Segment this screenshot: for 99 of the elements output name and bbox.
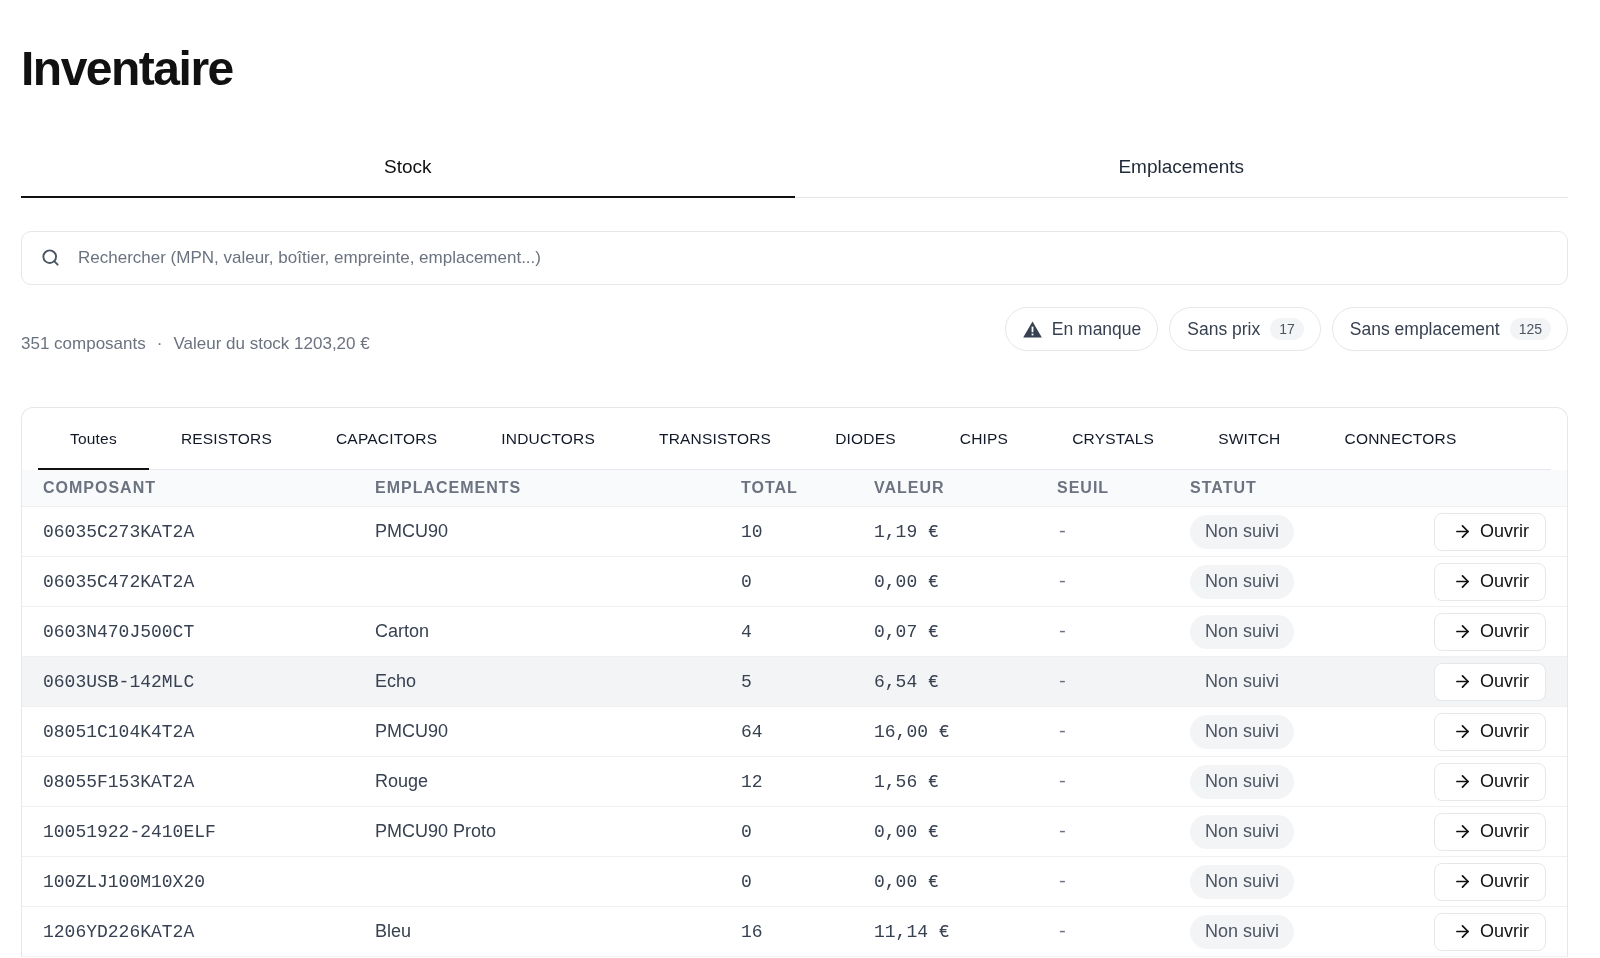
table-cell-text: Carton: [374, 621, 431, 642]
open-button[interactable]: Ouvrir: [1434, 762, 1546, 801]
table-cell-text: 0603USB-142MLC: [42, 671, 196, 692]
table-cell-text: Bleu: [374, 921, 413, 942]
arrow-right-icon: [1453, 672, 1472, 691]
search-field[interactable]: Rechercher (MPN, valeur, boîtier, empreinte, emplacement...): [21, 231, 1568, 285]
table-cell-text: 0: [740, 871, 753, 892]
status-badge: Non suivi: [1190, 714, 1295, 749]
column-header: TOTAL: [740, 479, 799, 497]
table-cell-text: 5: [740, 671, 753, 692]
table-cell-text: Echo: [374, 671, 418, 692]
arrow-right-icon: [1453, 572, 1472, 591]
table-cell-text: 06035C273KAT2A: [42, 521, 196, 542]
category-tab[interactable]: RESISTORS: [148, 408, 304, 470]
table-cell-text: -: [1056, 671, 1069, 692]
table-cell-text: 16: [740, 921, 764, 942]
open-button[interactable]: Ouvrir: [1434, 862, 1546, 901]
status-badge: Non suivi: [1190, 764, 1295, 799]
table-cell-text: 0,07 €: [873, 621, 940, 642]
view-tab[interactable]: Emplacements: [794, 138, 1568, 198]
table-cell-text: -: [1056, 921, 1069, 942]
status-badge: Non suivi: [1190, 914, 1295, 949]
filter-count: 125: [1509, 318, 1551, 340]
filter-chip[interactable]: Sans emplacement 125: [1331, 307, 1568, 351]
table-cell-text: 0,00 €: [873, 571, 940, 592]
table-cell-text: 16,00 €: [873, 721, 951, 742]
table-cell-text: -: [1056, 521, 1069, 542]
open-button[interactable]: Ouvrir: [1434, 712, 1546, 751]
page-title: Inventaire: [21, 41, 233, 97]
table-cell-text: 0603N470J500CT: [42, 621, 196, 642]
table-cell-text: Rouge: [374, 771, 430, 792]
open-button[interactable]: Ouvrir: [1434, 562, 1546, 601]
table-cell-text: -: [1056, 571, 1069, 592]
arrow-right-icon: [1453, 722, 1472, 741]
table-cell-text: 6,54 €: [873, 671, 940, 692]
category-tab[interactable]: CAPACITORS: [303, 408, 470, 470]
table-cell-text: 08051C104K4T2A: [42, 721, 196, 742]
open-button[interactable]: Ouvrir: [1434, 662, 1546, 701]
filter-chip[interactable]: Sans prix 17: [1169, 307, 1321, 351]
table-cell-text: 12: [740, 771, 764, 792]
table-cell-text: 1,56 €: [873, 771, 940, 792]
table-cell-text: -: [1056, 821, 1069, 842]
table-cell-text: 06035C472KAT2A: [42, 571, 196, 592]
table-cell-text: 64: [740, 721, 764, 742]
table-cell-text: 08055F153KAT2A: [42, 771, 196, 792]
view-tab[interactable]: Stock: [21, 138, 795, 198]
table-cell-text: PMCU90 Proto: [374, 821, 498, 842]
table-cell-text: PMCU90: [374, 721, 450, 742]
open-button[interactable]: Ouvrir: [1434, 512, 1546, 551]
table-cell-text: -: [1056, 721, 1069, 742]
table-cell-text: -: [1056, 771, 1069, 792]
arrow-right-icon: [1453, 772, 1472, 791]
table-cell-text: 11,14 €: [873, 921, 951, 942]
table-cell-text: 1206YD226KAT2A: [42, 921, 196, 942]
status-badge: Non suivi: [1190, 814, 1295, 849]
column-header: STATUT: [1189, 479, 1258, 497]
table-cell-text: 0: [740, 571, 753, 592]
table-cell-text: 100ZLJ100M10X20: [42, 871, 207, 892]
table-cell-text: 0: [740, 821, 753, 842]
table-cell-text: 0,00 €: [873, 871, 940, 892]
table-row[interactable]: 0603USB-142MLC Echo 5 6,54 € - Non suivi Ouvrir: [22, 657, 1567, 707]
status-badge: Non suivi: [1190, 864, 1295, 899]
column-header: COMPOSANT: [42, 479, 157, 497]
category-tab[interactable]: SWITCH: [1186, 408, 1313, 470]
table-cell-text: 0,00 €: [873, 821, 940, 842]
table-cell-text: PMCU90: [374, 521, 450, 542]
arrow-right-icon: [1453, 822, 1472, 841]
summary-separator: ·: [156, 334, 163, 354]
status-badge: Non suivi: [1190, 614, 1295, 649]
open-button[interactable]: Ouvrir: [1434, 612, 1546, 651]
warning-icon: [1022, 320, 1042, 338]
table-cell-text: -: [1056, 621, 1069, 642]
filter-count: 17: [1270, 318, 1304, 340]
table-cell-text: 10: [740, 521, 764, 542]
search-icon: [41, 248, 60, 267]
category-tab[interactable]: DIODES: [803, 408, 928, 470]
arrow-right-icon: [1453, 922, 1472, 941]
arrow-right-icon: [1453, 622, 1472, 641]
column-header: SEUIL: [1056, 479, 1111, 497]
open-button[interactable]: Ouvrir: [1434, 912, 1546, 951]
stock-value: Valeur du stock 1203,20 €: [173, 334, 370, 354]
category-tab[interactable]: CHIPS: [927, 408, 1041, 470]
category-tab[interactable]: TRANSISTORS: [627, 408, 804, 470]
open-button[interactable]: Ouvrir: [1434, 812, 1546, 851]
table-cell-text: 10051922-2410ELF: [42, 821, 217, 842]
arrow-right-icon: [1453, 522, 1472, 541]
table-cell-text: 4: [740, 621, 753, 642]
filter-chip[interactable]: En manque: [1004, 307, 1159, 351]
column-header: VALEUR: [873, 479, 946, 497]
category-tab[interactable]: CRYSTALS: [1040, 408, 1187, 470]
status-badge: Non suivi: [1190, 514, 1295, 549]
table-cell-text: 1,19 €: [873, 521, 940, 542]
status-badge: Non suivi: [1190, 564, 1295, 599]
category-tab[interactable]: INDUCTORS: [469, 408, 627, 470]
arrow-right-icon: [1453, 872, 1472, 891]
component-count: 351 composants: [21, 334, 146, 354]
category-tab[interactable]: CONNECTORS: [1312, 408, 1489, 470]
table-cell-text: -: [1056, 871, 1069, 892]
column-header: EMPLACEMENTS: [374, 479, 523, 497]
